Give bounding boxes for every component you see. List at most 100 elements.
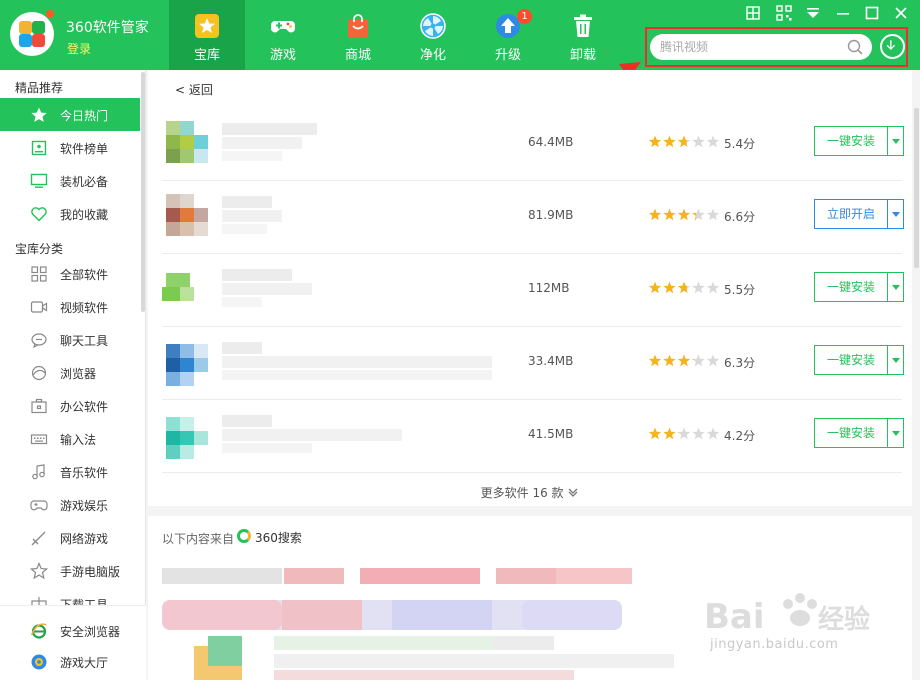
tab-games[interactable]: 游戏 xyxy=(245,0,321,70)
gamepad-icon xyxy=(271,21,295,33)
source-name: 360搜索 xyxy=(255,531,302,545)
app-score: 6.3分 xyxy=(724,356,756,370)
install-dropdown[interactable] xyxy=(888,272,904,302)
app-score: 4.2分 xyxy=(724,429,756,443)
keyboard-icon xyxy=(30,434,48,445)
sidebar-item-label: 装机必备 xyxy=(60,175,109,189)
sidebar-item-online-games[interactable]: 网络游戏 xyxy=(0,521,140,554)
shopping-bag-icon xyxy=(348,14,368,38)
chevron-down-icon xyxy=(568,488,578,497)
rating-star-icon xyxy=(663,135,676,148)
rating-star-icon xyxy=(692,281,705,294)
tab-upgrade[interactable]: 1 升级 xyxy=(470,0,546,70)
sidebar-item-video[interactable]: 视频软件 xyxy=(0,290,140,323)
open-button[interactable]: 立即开启 xyxy=(814,199,888,229)
sidebar-item-office[interactable]: 办公软件 xyxy=(0,389,140,422)
login-link[interactable]: 登录 xyxy=(67,40,91,57)
tab-treasury[interactable]: 宝库 xyxy=(169,0,245,70)
chevron-down-icon xyxy=(892,431,900,436)
install-dropdown[interactable] xyxy=(888,345,904,375)
app-score: 5.5分 xyxy=(724,283,756,297)
ranking-icon xyxy=(31,140,47,156)
install-button[interactable]: 一键安装 xyxy=(814,272,888,302)
blurred-app-name xyxy=(222,415,402,453)
blurred-app-name xyxy=(222,123,317,161)
sidebar-link-secure-browser[interactable]: 安全浏览器 xyxy=(0,614,140,647)
svg-text:经验: 经验 xyxy=(818,604,870,635)
minimize-icon[interactable] xyxy=(834,4,852,22)
blurred-app-name xyxy=(222,196,282,234)
chevron-down-icon xyxy=(892,358,900,363)
sidebar-item-all-software[interactable]: 全部软件 xyxy=(0,257,140,290)
more-software-link[interactable]: 更多软件 16 款 xyxy=(148,484,912,501)
app-size: 64.4MB xyxy=(528,135,574,149)
tab-label: 商城 xyxy=(344,48,371,63)
app-row: 81.9MB 6.6分 立即开启 xyxy=(162,181,904,254)
sidebar-item-entertainment[interactable]: 游戏娱乐 xyxy=(0,488,140,521)
star-icon xyxy=(31,107,47,122)
rating-star-icon xyxy=(663,208,676,221)
menu-dropdown-icon[interactable] xyxy=(804,4,822,22)
sidebar-item-label: 手游电脑版 xyxy=(60,565,121,579)
rating-star-icon xyxy=(692,135,705,148)
install-dropdown[interactable] xyxy=(888,418,904,448)
watermark-url: jingyan.baidu.com xyxy=(710,637,839,652)
sidebar-item-label: 聊天工具 xyxy=(60,334,109,348)
rating-star-icon xyxy=(677,427,691,440)
sidebar-section-categories: 宝库分类 xyxy=(15,242,64,256)
install-dropdown[interactable] xyxy=(888,126,904,156)
install-button[interactable]: 一键安装 xyxy=(814,345,888,375)
baidu-watermark-logo: Bai 经验 xyxy=(704,593,870,637)
close-icon[interactable] xyxy=(892,4,910,22)
maximize-icon[interactable] xyxy=(863,4,881,22)
rating-star-icon xyxy=(648,135,662,148)
music-icon xyxy=(32,464,45,480)
source-label: 以下内容来自 xyxy=(162,532,235,546)
qrcode-icon[interactable] xyxy=(775,4,793,22)
tab-label: 宝库 xyxy=(193,48,220,63)
fan-icon xyxy=(420,13,446,39)
skin-icon[interactable] xyxy=(744,4,762,22)
sidebar-item-rankings[interactable]: 软件榜单 xyxy=(0,131,140,164)
sidebar-item-browser[interactable]: 浏览器 xyxy=(0,356,140,389)
sidebar-item-label: 安全浏览器 xyxy=(60,625,121,639)
tab-store[interactable]: 商城 xyxy=(320,0,396,70)
rating-star-icon xyxy=(648,427,662,440)
main-scrollbar[interactable] xyxy=(914,108,919,268)
sidebar-item-chat[interactable]: 聊天工具 xyxy=(0,323,140,356)
sidebar-item-label: 办公软件 xyxy=(60,400,109,414)
game-hall-icon xyxy=(31,654,47,670)
sidebar-item-mobile-games-pc[interactable]: 手游电脑版 xyxy=(0,554,140,587)
install-button[interactable]: 一键安装 xyxy=(814,126,888,156)
briefcase-icon xyxy=(31,398,47,414)
open-dropdown[interactable] xyxy=(888,199,904,229)
sidebar-item-label: 软件榜单 xyxy=(60,142,109,156)
rating-stars xyxy=(648,281,720,294)
star-outline-icon xyxy=(30,562,48,580)
grid-icon xyxy=(31,266,47,282)
sidebar-scrollbar[interactable] xyxy=(141,72,145,312)
install-button[interactable]: 一键安装 xyxy=(814,418,888,448)
sidebar-item-music[interactable]: 音乐软件 xyxy=(0,455,140,488)
tab-clean[interactable]: 净化 xyxy=(395,0,471,70)
blurred-app-name xyxy=(222,269,312,307)
sidebar-item-label: 音乐软件 xyxy=(60,466,109,480)
sidebar-item-hot-today[interactable]: 今日热门 xyxy=(0,98,140,131)
back-link[interactable]: < 返回 xyxy=(175,81,213,98)
sword-icon xyxy=(31,531,46,546)
app-logo xyxy=(10,12,54,56)
gamepad-icon xyxy=(30,500,48,511)
sidebar-item-input-method[interactable]: 输入法 xyxy=(0,422,140,455)
sidebar-item-favorites[interactable]: 我的收藏 xyxy=(0,197,140,230)
notification-dot xyxy=(46,10,54,18)
video-icon xyxy=(30,301,48,313)
sidebar-section-featured: 精品推荐 xyxy=(15,81,64,95)
rating-star-icon xyxy=(663,354,676,367)
chevron-down-icon xyxy=(892,139,900,144)
rating-stars xyxy=(648,354,720,367)
sidebar-link-game-hall[interactable]: 游戏大厅 xyxy=(0,645,140,678)
sidebar-bottom-links: 安全浏览器 游戏大厅 xyxy=(0,605,146,680)
monitor-icon xyxy=(30,173,48,188)
chevron-down-icon xyxy=(892,285,900,290)
sidebar-item-essentials[interactable]: 装机必备 xyxy=(0,164,140,197)
